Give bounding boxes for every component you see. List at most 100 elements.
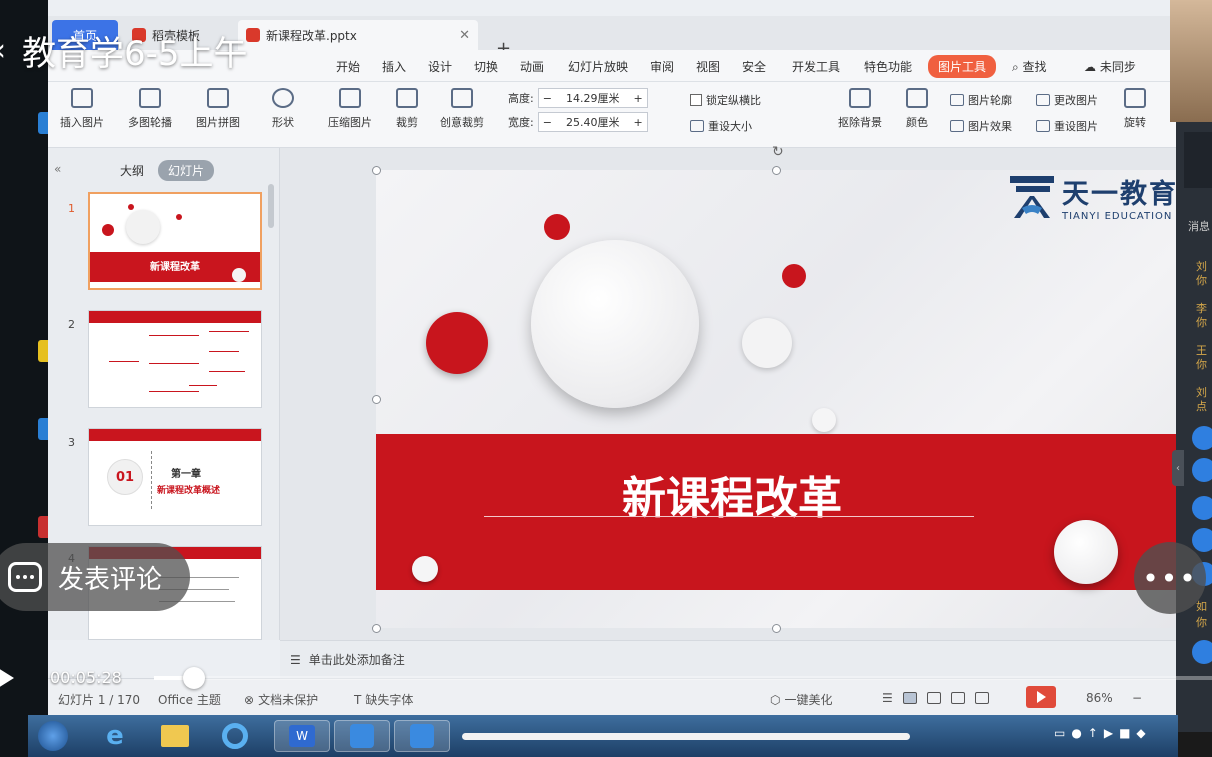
menu-find[interactable]: ⌕ 查找 [1012,58,1047,75]
reset-size-icon [690,120,704,132]
mind-map-line [209,351,239,352]
sidebar-tabs: 大纲 幻灯片 [120,160,215,181]
avatar[interactable] [1192,426,1212,450]
more-button[interactable]: ••• [1134,542,1206,614]
picture-outline-button[interactable]: 图片轮廓 [950,92,1012,108]
creative-crop-icon [451,88,473,108]
resize-handle[interactable] [372,166,381,175]
rotate-button[interactable]: 旋转 [1124,88,1146,130]
menu-view[interactable]: 视图 [696,58,720,75]
picture-icon [71,88,93,108]
collage-button[interactable]: 图片拼图 [196,88,240,130]
menu-developer[interactable]: 开发工具 [792,58,840,75]
tab-slides[interactable]: 幻灯片 [158,160,215,181]
sidebar-scrollbar[interactable] [268,184,274,228]
minus-icon[interactable]: − [543,92,552,105]
menu-picture-tools[interactable]: 图片工具 [928,55,997,78]
wps-taskbar-icon[interactable]: W [274,720,330,752]
mind-map-line [149,391,199,392]
compress-picture-button[interactable]: 压缩图片 [328,88,372,130]
chapter-title: 第一章 [171,469,201,480]
folder-icon [161,725,189,747]
slide-thumbnail-1[interactable]: 新课程改革 [88,192,262,290]
start-button[interactable] [32,720,74,752]
reset-picture-button[interactable]: 重设图片 [1036,118,1098,134]
menu-security[interactable]: 安全 [742,58,766,75]
insert-picture-button[interactable]: 插入图片 [60,88,104,130]
menu-sync[interactable]: ☁ 未同步 [1084,58,1136,75]
tianyi-logo: 天一教育 TIANYI EDUCATION [1008,172,1178,222]
width-input[interactable]: −25.40厘米 + [537,112,648,132]
shape-icon [272,88,294,108]
compress-icon [339,88,361,108]
rotate-handle-icon[interactable]: ↻ [772,144,784,160]
resize-handle[interactable] [772,624,781,633]
back-icon[interactable]: ‹ [0,33,6,68]
wps-window: 首页 稻壳模板 新课程改革.pptx ✕ + 开始 插入 设计 切换 动画 幻灯… [48,0,1178,715]
qq-browser-icon[interactable] [214,720,256,752]
chat-msg: 你 [1196,616,1207,629]
carousel-button[interactable]: 多图轮播 [128,88,172,130]
decor-circle [782,264,806,288]
tab-outline[interactable]: 大纲 [120,162,144,179]
reset-picture-icon [1036,120,1050,132]
comment-button[interactable]: 发表评论 [0,543,190,611]
thumb-header [89,311,261,323]
slide-thumbnail-2[interactable] [88,310,262,408]
menu-design[interactable]: 设计 [428,58,452,75]
color-button[interactable]: 颜色 [906,88,928,130]
menu-features[interactable]: 特色功能 [864,58,912,75]
lock-ratio-checkbox[interactable]: 锁定纵横比 [690,92,761,108]
collapse-icon[interactable]: « [54,162,61,176]
decor-circle [128,204,134,210]
reset-size-button[interactable]: 重设大小 [690,118,752,134]
menu-start[interactable]: 开始 [336,58,360,75]
plus-icon[interactable]: + [634,92,643,105]
menu-review[interactable]: 审阅 [650,58,674,75]
creative-crop-button[interactable]: 创意裁剪 [440,88,484,130]
ie-icon[interactable]: e [94,720,136,752]
home-indicator[interactable] [462,733,910,740]
avatar[interactable] [1192,458,1212,482]
mind-map-line [109,361,139,362]
menu-slideshow[interactable]: 幻灯片放映 [568,58,628,75]
title-underline [484,516,974,517]
divider [151,451,152,509]
height-label: 高度: [508,92,534,105]
menu-transition[interactable]: 切换 [474,58,498,75]
resize-handle[interactable] [772,166,781,175]
resize-handle[interactable] [372,624,381,633]
picture-effects-button[interactable]: 图片效果 [950,118,1012,134]
shape-button[interactable]: 形状 [272,88,294,130]
menu-animation[interactable]: 动画 [520,58,544,75]
explorer-icon[interactable] [154,720,196,752]
avatar[interactable] [1192,496,1212,520]
chapter-subtitle: 新课程改革概述 [157,486,221,496]
chat-header-block [1184,132,1212,188]
decor-circle [176,214,182,220]
resize-handle[interactable] [372,395,381,404]
progress-track[interactable] [154,676,1212,680]
remove-background-button[interactable]: 抠除背景 [838,88,882,130]
play-icon[interactable] [0,668,14,688]
slide-thumbnail-3[interactable]: 01 第一章 新课程改革概述 [88,428,262,526]
minus-icon[interactable]: − [543,116,552,129]
close-icon[interactable]: ✕ [459,28,470,43]
tab-document[interactable]: 新课程改革.pptx ✕ [238,20,478,50]
plus-icon[interactable]: + [634,116,643,129]
app-taskbar-icon[interactable] [334,720,390,752]
crop-button[interactable]: 裁剪 [396,88,418,130]
menu-insert[interactable]: 插入 [382,58,406,75]
progress-knob[interactable] [183,667,205,689]
current-slide[interactable]: 新课程改革 天一教育 TIANYI EDUCATION [376,170,1178,628]
classroom-taskbar-icon[interactable] [394,720,450,752]
change-picture-button[interactable]: 更改图片 [1036,92,1098,108]
wps-icon: W [289,725,315,747]
height-input[interactable]: −14.29厘米 + [537,88,648,108]
current-time: 00:05:28 [50,668,122,687]
effects-icon [950,120,964,132]
panel-collapse-tab[interactable]: ‹ [1172,450,1184,486]
chat-name: 如 [1196,600,1207,613]
avatar[interactable] [1192,528,1212,552]
decor-circle [412,556,438,582]
